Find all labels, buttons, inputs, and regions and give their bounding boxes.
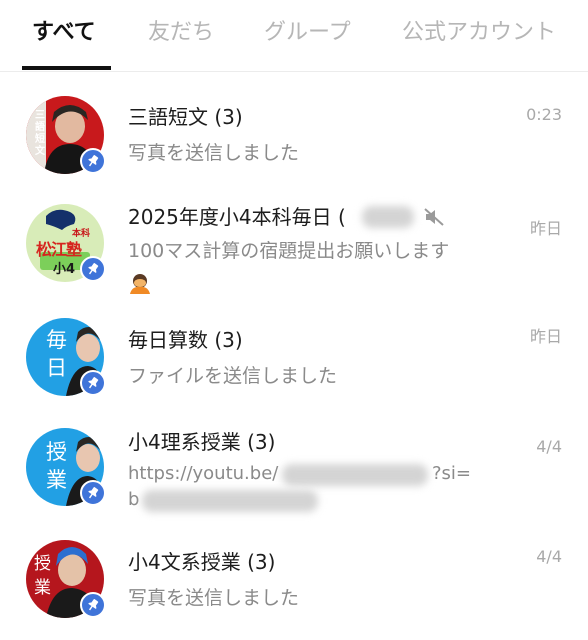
chat-last-message: ファイルを送信しました: [128, 365, 338, 387]
chat-last-message-url-start: https://youtu.be/: [128, 463, 279, 484]
chat-last-message-line2: b: [128, 489, 140, 510]
redacted-area: [362, 206, 414, 228]
chat-last-message: 写真を送信しました: [128, 587, 300, 609]
avatar-text: 短: [35, 134, 45, 145]
mute-icon: [424, 208, 444, 226]
chat-name: 毎日算数 (3): [128, 328, 243, 352]
group-avatar: 三 語 短 文: [26, 96, 106, 176]
chat-timestamp: 0:23: [526, 105, 562, 124]
chat-name: 小4理系授業 (3): [128, 430, 276, 454]
group-avatar: 授 業: [26, 428, 106, 508]
chat-name: 2025年度小4本科毎日 (: [128, 205, 346, 229]
chat-timestamp: 昨日: [529, 219, 562, 238]
chat-timestamp: 4/4: [536, 437, 562, 456]
chat-row-2025-honka[interactable]: 本科 松江塾 小4 2025年度小4本科毎日 ( 100マス計算の宿題提出お願い…: [0, 204, 588, 300]
redacted-area: [142, 490, 318, 512]
group-avatar: 本科 松江塾 小4: [26, 204, 106, 284]
chat-name: 三語短文 (3): [128, 105, 243, 129]
tab-bar: すべて 友だち グループ 公式アカウント: [0, 0, 588, 72]
avatar-text: 語: [35, 122, 45, 133]
pin-icon: [80, 370, 106, 396]
redacted-area: [282, 464, 428, 486]
avatar-text: 授: [34, 554, 51, 574]
avatar-text: 三: [35, 110, 45, 121]
tab-groups[interactable]: グループ: [264, 16, 351, 50]
active-tab-indicator: [22, 66, 111, 70]
avatar-text: 授: [46, 440, 67, 464]
pin-icon: [80, 592, 106, 618]
pin-icon: [80, 256, 106, 282]
chat-row-bunkei-jugyo[interactable]: 授 業 小4文系授業 (3) 写真を送信しました 4/4: [0, 540, 588, 636]
avatar-text: 日: [46, 356, 67, 380]
avatar-text: 業: [34, 578, 51, 598]
chat-last-message: 100マス計算の宿題提出お願いします: [128, 240, 450, 262]
pin-icon: [80, 148, 106, 174]
chat-last-message: 写真を送信しました: [128, 142, 300, 164]
chat-timestamp: 昨日: [529, 327, 562, 346]
person-bowing-icon: [130, 274, 150, 294]
tab-friends[interactable]: 友だち: [148, 16, 214, 50]
chat-timestamp: 4/4: [536, 547, 562, 566]
pin-icon: [80, 480, 106, 506]
avatar-text: 文: [35, 146, 45, 157]
avatar-text: 毎: [46, 328, 67, 352]
avatar-text: 松江塾: [36, 240, 82, 259]
chat-row-rikei-jugyo[interactable]: 授 業 小4理系授業 (3) https://youtu.be/ ?si= b …: [0, 428, 588, 524]
avatar-text: 小4: [53, 262, 76, 277]
chat-row-sango-tanbun[interactable]: 三 語 短 文 三語短文 (3) 写真を送信しました 0:23: [0, 96, 588, 192]
avatar-text: 業: [46, 468, 67, 492]
tab-all[interactable]: すべて: [32, 16, 96, 50]
group-avatar: 毎 日: [26, 318, 106, 398]
group-avatar: 授 業: [26, 540, 106, 620]
chat-name: 小4文系授業 (3): [128, 550, 276, 574]
chat-last-message-url-end: ?si=: [432, 463, 472, 484]
tab-official-accounts[interactable]: 公式アカウント: [402, 16, 556, 50]
chat-row-mainichi-sansu[interactable]: 毎 日 毎日算数 (3) ファイルを送信しました 昨日: [0, 318, 588, 414]
